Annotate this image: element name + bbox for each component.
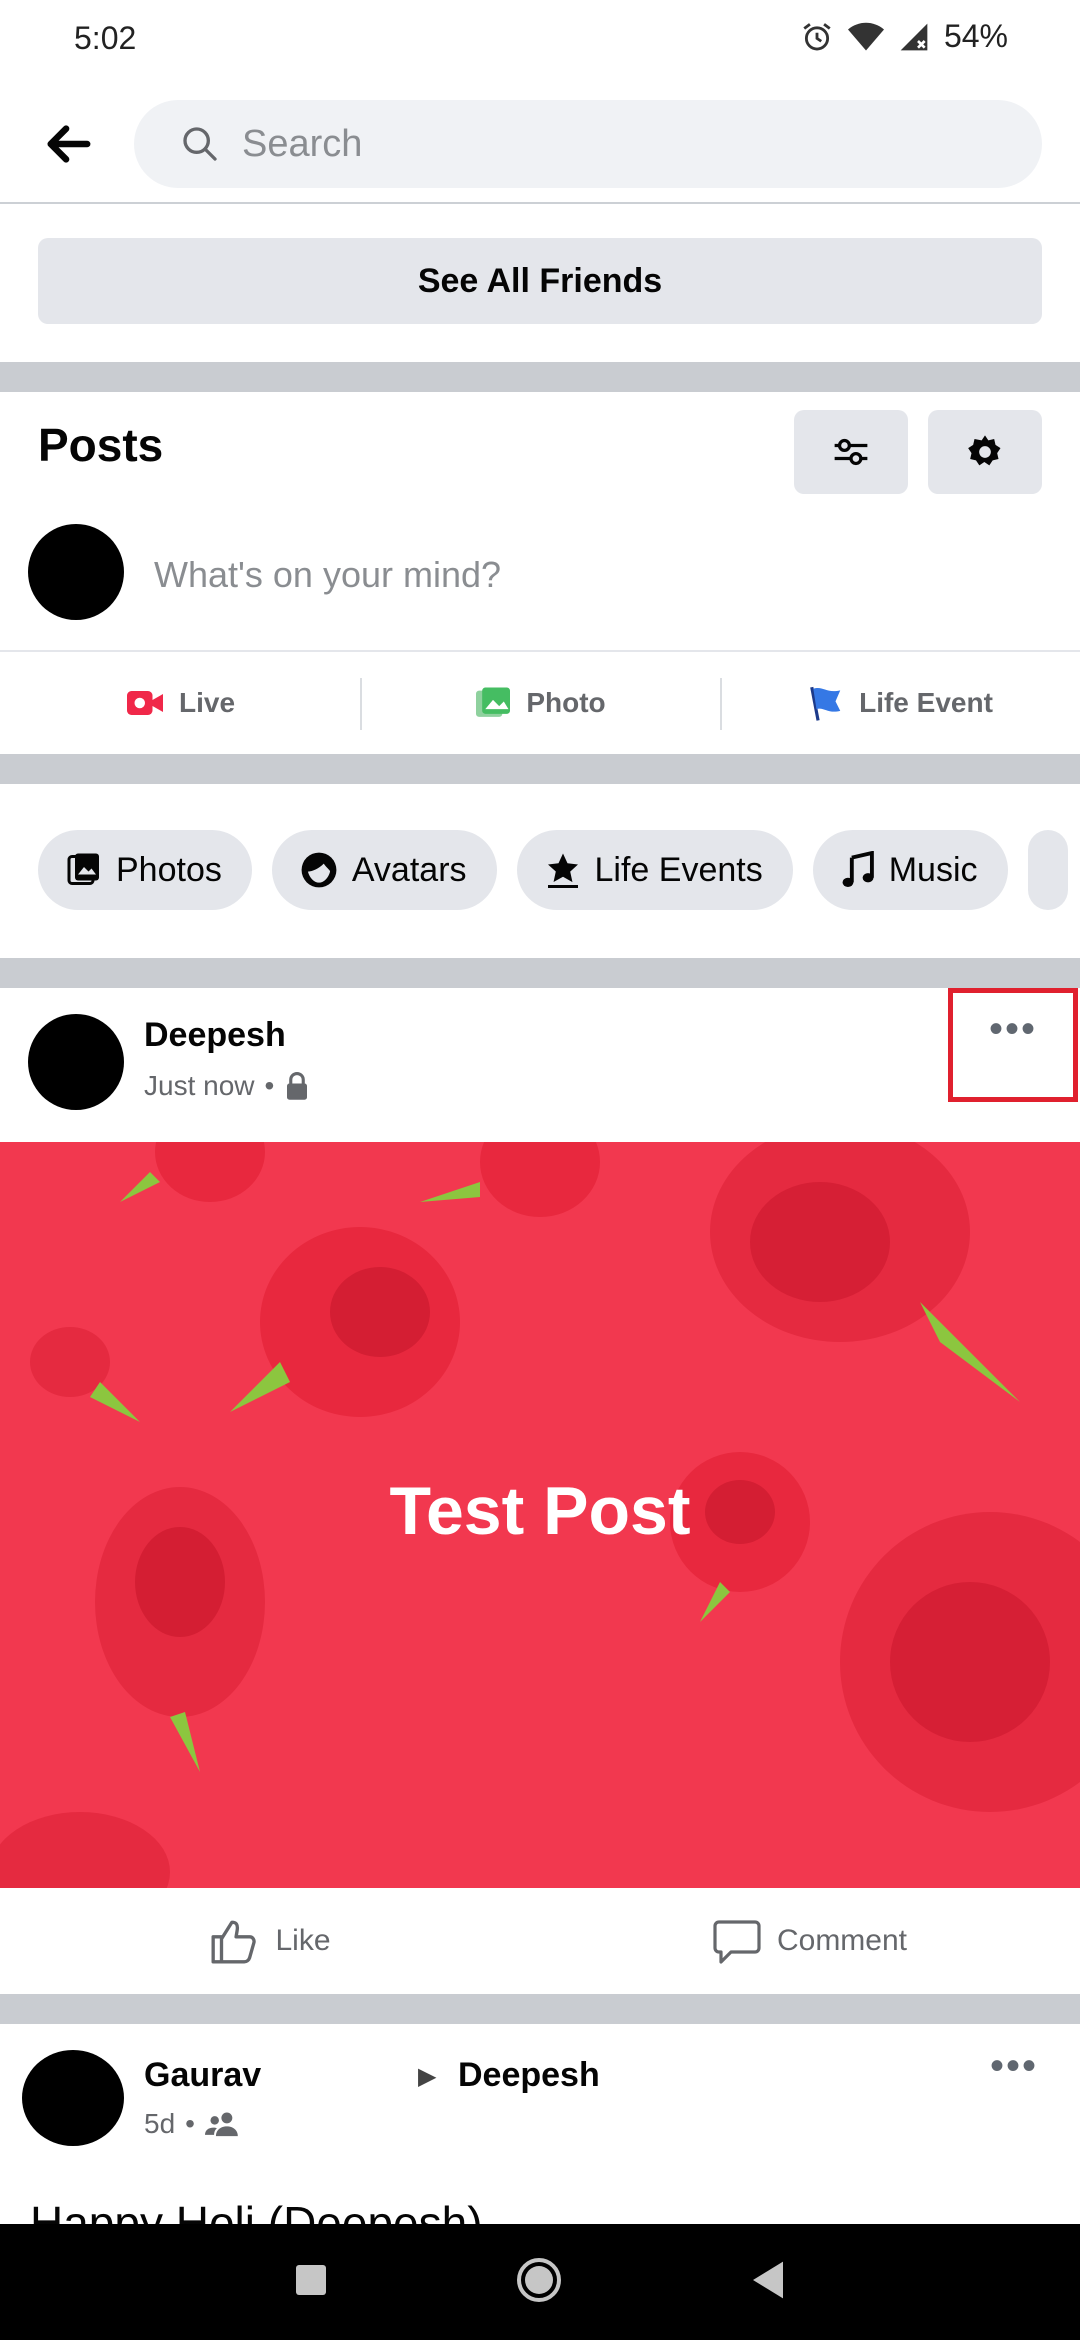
lock-icon [287,1071,308,1100]
battery-percentage: 54% [943,18,1008,54]
section-divider [0,362,1080,392]
flag-icon [810,686,841,721]
settings-button[interactable] [928,410,1042,494]
avatar-icon [301,852,337,888]
status-bar: 5:02 54% [0,0,1080,80]
filter-posts-button[interactable] [794,410,908,494]
chip-music[interactable]: Music [812,830,1008,910]
star-icon [547,853,578,888]
composer-input[interactable]: What's on your mind? [154,554,501,596]
signal-icon [898,21,930,53]
comment-bubble-icon [713,1920,761,1964]
life-event-button[interactable]: Life Event [720,652,1080,754]
section-divider [0,754,1080,784]
search-icon [183,127,217,161]
meta-separator: • [185,2108,195,2139]
post2-target-name[interactable]: Deepesh [458,2056,600,2095]
post2-author-name[interactable]: Gaurav [144,2056,261,2095]
live-video-icon [126,691,163,715]
chip-more[interactable] [1027,830,1068,910]
triangle-back-icon [753,2261,783,2298]
chip-life-events[interactable]: Life Events [516,830,793,910]
more-dots-icon: ••• [988,1007,1037,1051]
wifi-icon [847,21,884,53]
comment-button[interactable]: Comment [540,1888,1080,1994]
post-meta: Just now • [144,1070,310,1102]
post-author-name[interactable]: Deepesh [144,1016,286,1055]
home-circle-icon [517,2257,561,2302]
system-nav-bar [0,2224,1080,2340]
chip-photos[interactable]: Photos [38,830,252,910]
post-author-avatar[interactable] [28,1014,124,1110]
photos-icon [67,853,99,885]
back-arrow-icon [47,125,91,163]
friends-icon [204,2112,238,2137]
thumbs-up-icon [211,1920,257,1964]
post-image[interactable]: Test Post [0,1142,1080,1888]
like-button[interactable]: Like [0,1888,540,1994]
post2-timestamp[interactable]: 5d [144,2108,175,2140]
triangle-right-icon: ▶ [418,2063,437,2090]
gear-icon [968,435,1001,466]
music-note-icon [842,851,874,887]
status-time: 5:02 [74,20,137,56]
live-button[interactable]: Live [0,652,360,754]
chip-avatars[interactable]: Avatars [271,830,497,910]
more-dots-icon: ••• [990,2044,1039,2088]
post2-meta: 5d • [144,2108,239,2140]
filter-sliders-icon [834,438,868,466]
photo-button[interactable]: Photo [360,652,720,754]
square-icon [296,2264,326,2295]
alarm-icon [800,20,834,54]
post-image-caption: Test Post [389,1473,691,1549]
section-divider [0,1994,1080,2024]
back-button[interactable] [38,116,98,172]
post2-options-button[interactable]: ••• [990,2046,1038,2086]
composer-actions: Live Photo Life Event [0,650,1080,754]
profile-chips: Photos Avatars Life Events Music [38,830,1068,910]
search-header: Search [0,80,1080,204]
posts-section-title: Posts [38,419,164,471]
post-timestamp[interactable]: Just now [144,1070,255,1102]
recents-button[interactable] [293,2262,329,2303]
user-avatar[interactable] [28,524,124,620]
see-all-friends-button[interactable]: See All Friends [38,238,1042,324]
post2-author-avatar[interactable] [22,2050,124,2146]
post-options-button[interactable]: ••• [948,988,1078,1102]
meta-separator: • [264,1070,275,1101]
post-reaction-bar: Like Comment [0,1888,1080,1994]
home-button[interactable] [515,2256,563,2309]
photo-icon [476,687,511,717]
back-nav-button[interactable] [749,2260,787,2305]
search-input[interactable]: Search [134,100,1042,188]
section-divider [0,958,1080,988]
search-placeholder: Search [242,122,363,165]
